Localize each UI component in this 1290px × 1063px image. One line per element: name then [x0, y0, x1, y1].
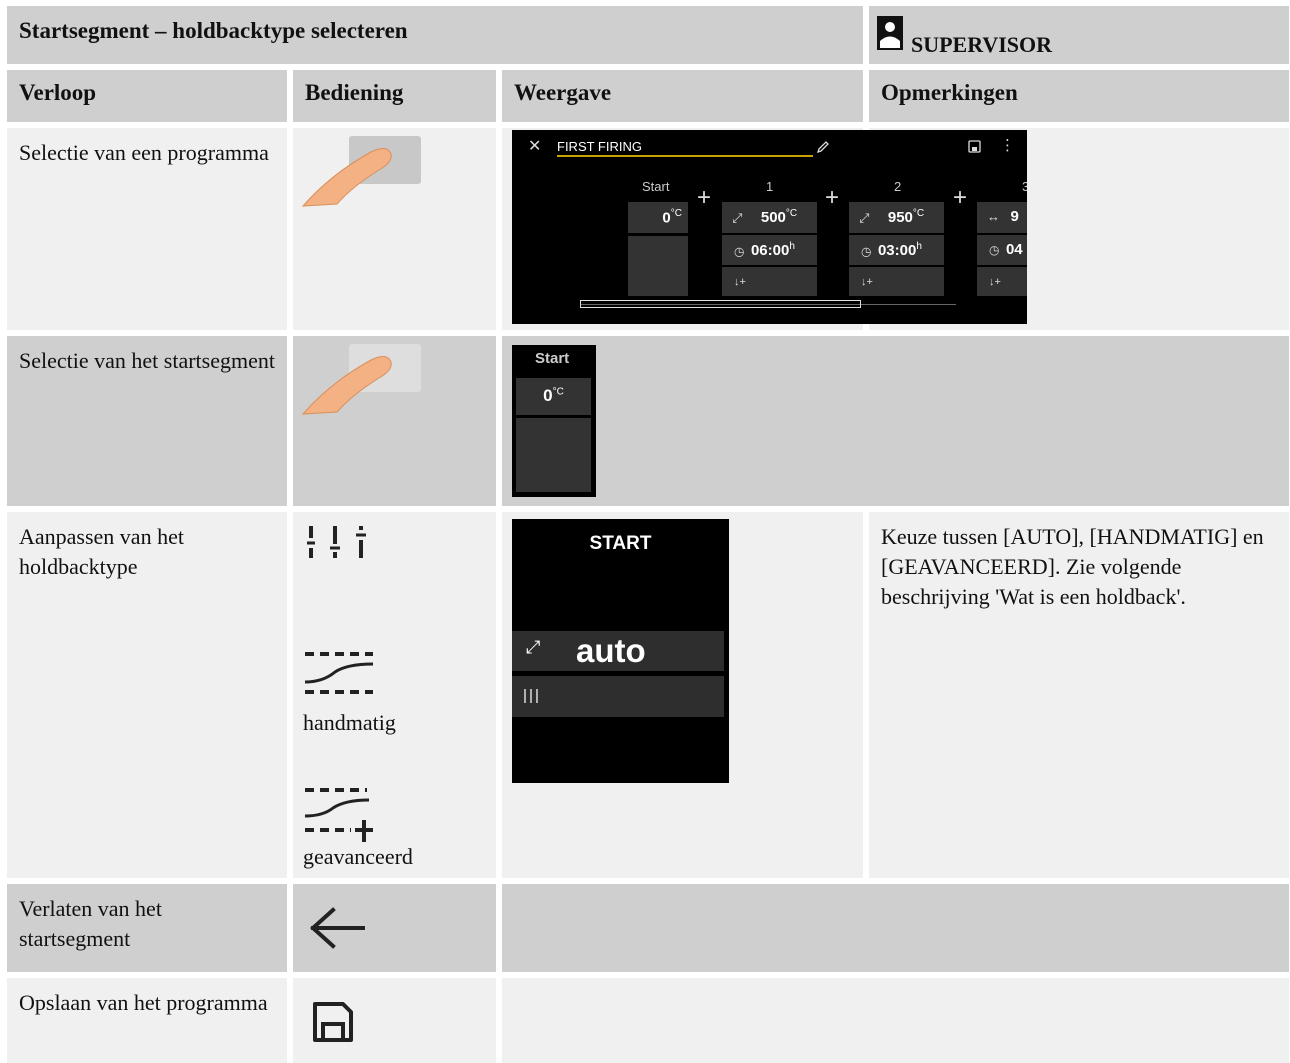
save-icon[interactable]: [968, 140, 982, 154]
segment-3-holdback[interactable]: ↓+: [977, 267, 1027, 296]
close-icon[interactable]: ✕: [528, 136, 541, 156]
segment-3-time[interactable]: ◷ 04: [977, 235, 1027, 265]
supervisor-icon: [877, 16, 903, 50]
table-row-2-control: [293, 336, 496, 506]
program-overview-screen: ✕ FIRST FIRING ⋮ Start 0°C + 1 ⤢ 500°C ◷…: [512, 130, 1027, 324]
table-title: Startsegment – holdbacktype selecteren: [19, 18, 408, 43]
ramp-icon: ⤢: [526, 637, 541, 657]
scrollbar-thumb[interactable]: [580, 300, 861, 308]
col-header-verloop: Verloop: [7, 70, 287, 122]
table-row-3-control: handmatig geavanceerd: [293, 512, 496, 878]
segment-2-temp[interactable]: ⤢ 950°C: [849, 202, 944, 233]
holdback-icon: ↓+: [734, 276, 746, 288]
holdback-mode-selector[interactable]: ⤢ auto: [512, 631, 724, 671]
dwell-icon: ↔: [987, 209, 1000, 224]
holdback-advanced-icon[interactable]: [303, 784, 383, 844]
segment-1-temp[interactable]: ⤢ 500°C: [722, 202, 817, 233]
start-label: Start: [642, 179, 670, 194]
program-name-underline: [557, 155, 813, 157]
table-title-cell: Startsegment – holdbacktype selecteren: [7, 6, 863, 64]
segment-3-number: 3: [1022, 179, 1027, 194]
table-row-3-remark: Keuze tussen [AUTO], [HANDMATIG] en [GEA…: [869, 512, 1289, 878]
table-row-3-step: Aanpassen van het holdbacktype: [7, 512, 287, 878]
segment-1-holdback[interactable]: ↓+: [722, 267, 817, 296]
add-segment-icon[interactable]: +: [825, 186, 839, 210]
ramp-icon: ⤢: [859, 210, 870, 226]
segment-2-time[interactable]: ◷ 03:00h: [849, 235, 944, 265]
start-temp-box[interactable]: 0°C: [516, 378, 591, 415]
holdback-icon: ↓+: [989, 276, 1001, 288]
ramp-icon: ⤢: [732, 210, 743, 226]
table-row-5-step: Opslaan van het programma: [7, 978, 287, 1063]
program-name[interactable]: FIRST FIRING: [557, 139, 642, 154]
start-temp-box[interactable]: 0°C: [628, 202, 688, 233]
geavanceerd-label: geavanceerd: [303, 844, 413, 869]
table-row-4-control: [293, 884, 496, 972]
holdback-icon: ↓+: [861, 276, 873, 288]
add-segment-icon[interactable]: +: [697, 186, 711, 210]
role-cell: SUPERVISOR: [869, 6, 1289, 64]
table-row-4-step: Verlaten van het startsegment: [7, 884, 287, 972]
table-row-1-control: [293, 128, 496, 330]
back-arrow-icon[interactable]: [307, 906, 367, 952]
holdback-mode-value: auto: [576, 632, 646, 669]
table-row-2-display: [502, 336, 1289, 506]
table-row-5-display: [502, 978, 1289, 1063]
edit-pencil-icon[interactable]: [816, 140, 830, 154]
holdback-settings-row[interactable]: [512, 676, 724, 717]
touch-finger-icon: [301, 344, 421, 415]
touch-finger-icon: [301, 136, 421, 207]
start-label: Start: [535, 350, 570, 367]
screen-title: START: [589, 533, 652, 554]
start-holdback-box[interactable]: [516, 418, 591, 492]
role-label: SUPERVISOR: [911, 32, 1053, 57]
table-row-1-step: Selectie van een programma: [7, 128, 287, 330]
table-row-4-display: [502, 884, 1289, 972]
holdback-type-screen: START ⤢ auto: [512, 519, 729, 783]
segment-3-temp[interactable]: ↔ 9: [977, 202, 1027, 233]
sliders-icon: [524, 689, 538, 703]
clock-icon: ◷: [734, 244, 745, 259]
segment-2-holdback[interactable]: ↓+: [849, 267, 944, 296]
start-holdback-box[interactable]: [628, 236, 688, 296]
save-icon[interactable]: [311, 1000, 355, 1044]
col-header-bediening: Bediening: [293, 70, 496, 122]
clock-icon: ◷: [861, 244, 872, 259]
sliders-icon[interactable]: [305, 524, 375, 574]
start-segment-screen: Start 0°C: [512, 345, 596, 497]
col-header-opmerkingen: Opmerkingen: [869, 70, 1289, 122]
add-segment-icon[interactable]: +: [953, 186, 967, 210]
handmatig-label: handmatig: [303, 710, 396, 735]
table-row-5-control: [293, 978, 496, 1063]
col-header-weergave: Weergave: [502, 70, 863, 122]
more-vert-icon[interactable]: ⋮: [1000, 136, 1015, 154]
segment-2-number: 2: [894, 179, 902, 194]
table-row-2-step: Selectie van het startsegment: [7, 336, 287, 506]
holdback-manual-icon[interactable]: [303, 648, 383, 698]
clock-icon: ◷: [989, 243, 1000, 257]
segment-1-time[interactable]: ◷ 06:00h: [722, 235, 817, 265]
segment-1-number: 1: [766, 179, 774, 194]
